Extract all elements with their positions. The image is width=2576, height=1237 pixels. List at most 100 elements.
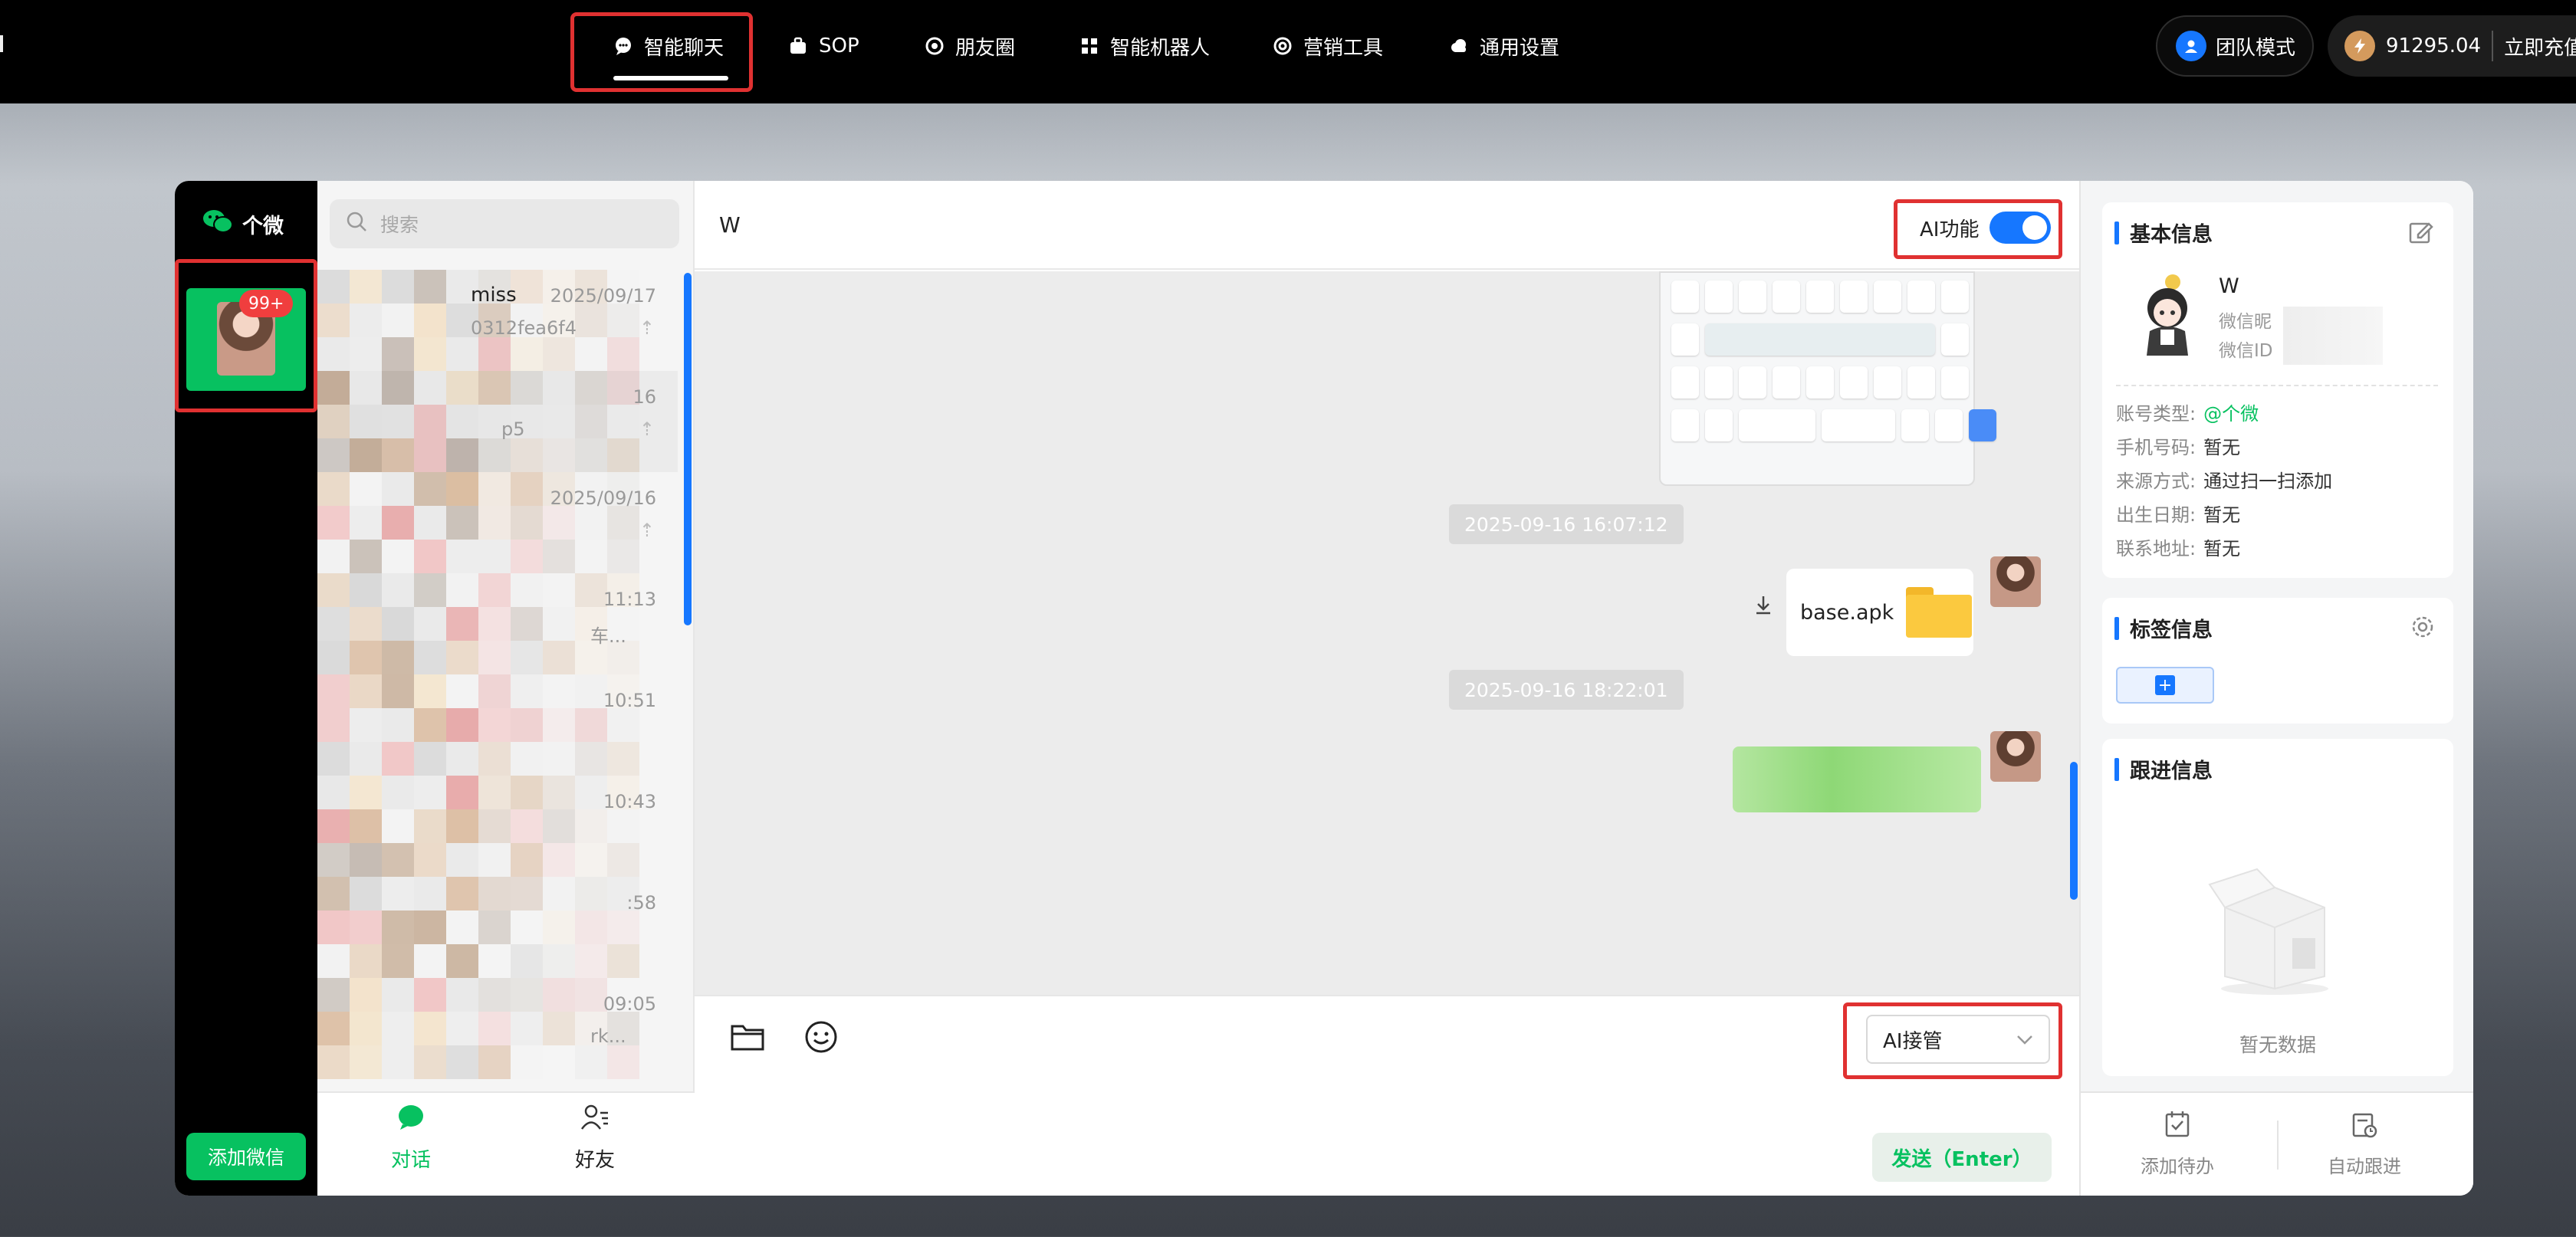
main-window: 个微 99+ 添加微信 搜索 miss 2025/09/17 0312fea6f…: [175, 181, 2473, 1196]
ai-mode-select[interactable]: AI接管: [1866, 1015, 2050, 1064]
nickname-label: 微信昵: [2219, 312, 2272, 332]
nav-item-smart-chat[interactable]: 智能聊天: [613, 23, 724, 69]
conversation-time: 2025/09/17: [550, 285, 656, 307]
conversation-item[interactable]: 16 p5 ⇡: [317, 371, 678, 472]
chevron-down-icon: [2016, 1028, 2033, 1051]
emoji-icon[interactable]: [802, 1018, 840, 1056]
divider: [2116, 385, 2438, 386]
tab-conversations[interactable]: 对话: [357, 1104, 465, 1173]
conversation-item[interactable]: 11:13 车...: [317, 573, 678, 674]
conversation-list: miss 2025/09/17 0312fea6f4 ⇡ 16 p5 ⇡ 202…: [317, 270, 695, 1091]
toggle-switch[interactable]: [1990, 212, 2052, 244]
team-mode-button[interactable]: 团队模式: [2156, 15, 2314, 77]
folder-icon: [1906, 587, 1973, 638]
info-row-address: 联系地址: 暂无: [2116, 538, 2241, 559]
unread-badge: 99+: [239, 290, 294, 317]
window-edge-marker: [0, 35, 3, 52]
empty-box-icon: [2202, 854, 2348, 999]
conversation-time: 16: [632, 386, 656, 408]
message-timestamp: 2025-09-16 18:22:01: [1449, 670, 1684, 710]
chat-bubble-icon: [613, 36, 633, 56]
recharge-link[interactable]: 立即充值: [2504, 32, 2576, 61]
conversation-time: 11:13: [603, 589, 656, 610]
conversation-item[interactable]: 2025/09/16 ⇡: [317, 472, 678, 573]
send-button[interactable]: 发送（Enter）: [1872, 1133, 2052, 1182]
ai-function-toggle[interactable]: AI功能: [1920, 212, 2052, 244]
chat-scrollbar[interactable]: [2070, 762, 2078, 900]
wechat-icon: [202, 208, 233, 240]
conversation-tabs: 对话 好友: [317, 1091, 695, 1196]
conversation-item[interactable]: :58: [317, 877, 678, 978]
nav-item-marketing-tools[interactable]: 营销工具: [1273, 23, 1383, 69]
search-box[interactable]: 搜索: [330, 199, 679, 248]
edit-icon[interactable]: [2407, 219, 2433, 248]
top-nav-bar: 智能聊天 SOP 朋友圈 智能机器人 营销工具 通用设置 团队模式 91295.…: [0, 0, 2576, 103]
action-label: 自动跟进: [2328, 1156, 2401, 1177]
basic-info-title: 基本信息: [2130, 223, 2213, 247]
nav-item-moments[interactable]: 朋友圈: [925, 23, 1015, 69]
user-icon: [2176, 31, 2206, 61]
brand-label: 个微: [242, 215, 284, 238]
upload-icon: ⇡: [639, 418, 655, 440]
add-tag-button[interactable]: +: [2116, 667, 2214, 704]
file-name: base.apk: [1800, 600, 1894, 625]
contact-info-pane: 基本信息 W 微信昵 微信ID 账号类型: @个微 手机号码: 暂无 来源方式: 通过…: [2079, 181, 2473, 1196]
aperture-icon: [925, 36, 945, 56]
search-icon: [345, 210, 368, 238]
info-row-account-type: 账号类型: @个微: [2116, 403, 2259, 425]
upload-icon: ⇡: [639, 317, 655, 339]
balance-value: 91295.04: [2386, 34, 2482, 57]
panel-title: 基本信息: [2114, 218, 2213, 248]
chat-window: W AI功能 2025-09-16 16:07:12 base.apk 2025…: [695, 181, 2079, 1196]
auto-follow-button[interactable]: 自动跟进: [2288, 1110, 2441, 1178]
list-scrollbar[interactable]: [684, 273, 692, 625]
redacted-id: [2283, 307, 2383, 365]
conversation-preview: p5: [501, 418, 525, 440]
tags-panel: 标签信息 +: [2102, 598, 2453, 723]
conversation-item[interactable]: 10:51: [317, 674, 678, 776]
chat-bubble-icon: [396, 1104, 426, 1137]
conversation-item[interactable]: 10:43: [317, 776, 678, 877]
follow-up-title: 跟进信息: [2130, 760, 2213, 783]
sender-avatar: [1990, 731, 2041, 782]
folder-icon[interactable]: [728, 1018, 767, 1056]
file-message[interactable]: base.apk: [1786, 569, 1973, 656]
action-label: 添加待办: [2141, 1156, 2214, 1177]
conversation-item[interactable]: miss 2025/09/17 0312fea6f4 ⇡: [317, 270, 678, 371]
contact-name: W: [719, 212, 741, 238]
conversation-preview: 0312fea6f4: [471, 317, 577, 339]
add-wechat-button[interactable]: 添加微信: [186, 1133, 306, 1180]
tags-title: 标签信息: [2130, 618, 2213, 642]
conversation-time: 09:05: [603, 993, 656, 1015]
nav-item-sop[interactable]: SOP: [788, 23, 859, 69]
todo-icon: [2164, 1110, 2191, 1143]
action-divider: [2277, 1121, 2279, 1170]
nav-item-general-settings[interactable]: 通用设置: [1449, 23, 1559, 69]
nav-item-smart-robot[interactable]: 智能机器人: [1079, 23, 1210, 69]
ai-toggle-label: AI功能: [1920, 218, 1980, 241]
blurred-text-message: [1733, 746, 1981, 812]
panel-title: 标签信息: [2114, 613, 2213, 643]
nav-item-label: 通用设置: [1480, 36, 1560, 60]
tab-label: 好友: [574, 1149, 615, 1172]
team-mode-label: 团队模式: [2216, 36, 2296, 60]
upload-icon: ⇡: [639, 520, 655, 541]
ai-mode-value: AI接管: [1883, 1029, 1943, 1053]
tab-friends[interactable]: 好友: [541, 1104, 649, 1173]
download-icon[interactable]: [1753, 593, 1774, 622]
conversation-pane: 搜索 miss 2025/09/17 0312fea6f4 ⇡ 16 p5 ⇡ …: [317, 181, 695, 1196]
conversation-name: miss: [471, 284, 517, 307]
gear-icon[interactable]: [2409, 613, 2436, 644]
empty-text: 暂无数据: [2239, 1034, 2316, 1056]
message-area: 2025-09-16 16:07:12 base.apk 2025-09-16 …: [695, 271, 2079, 995]
info-row-source: 来源方式: 通过扫一扫添加: [2116, 471, 2333, 492]
info-row-phone: 手机号码: 暂无: [2116, 437, 2241, 458]
account-sidebar: 个微 99+ 添加微信: [175, 181, 317, 1196]
contact-display-name: W: [2219, 274, 2239, 298]
auto-follow-icon: [2351, 1110, 2378, 1143]
conversation-item[interactable]: 09:05 rk...: [317, 978, 678, 1079]
conversation-time: 10:51: [603, 690, 656, 711]
add-todo-button[interactable]: 添加待办: [2101, 1110, 2254, 1178]
brand-row: 个微: [202, 208, 284, 240]
balance-panel: 91295.04 立即充值: [2328, 15, 2576, 77]
